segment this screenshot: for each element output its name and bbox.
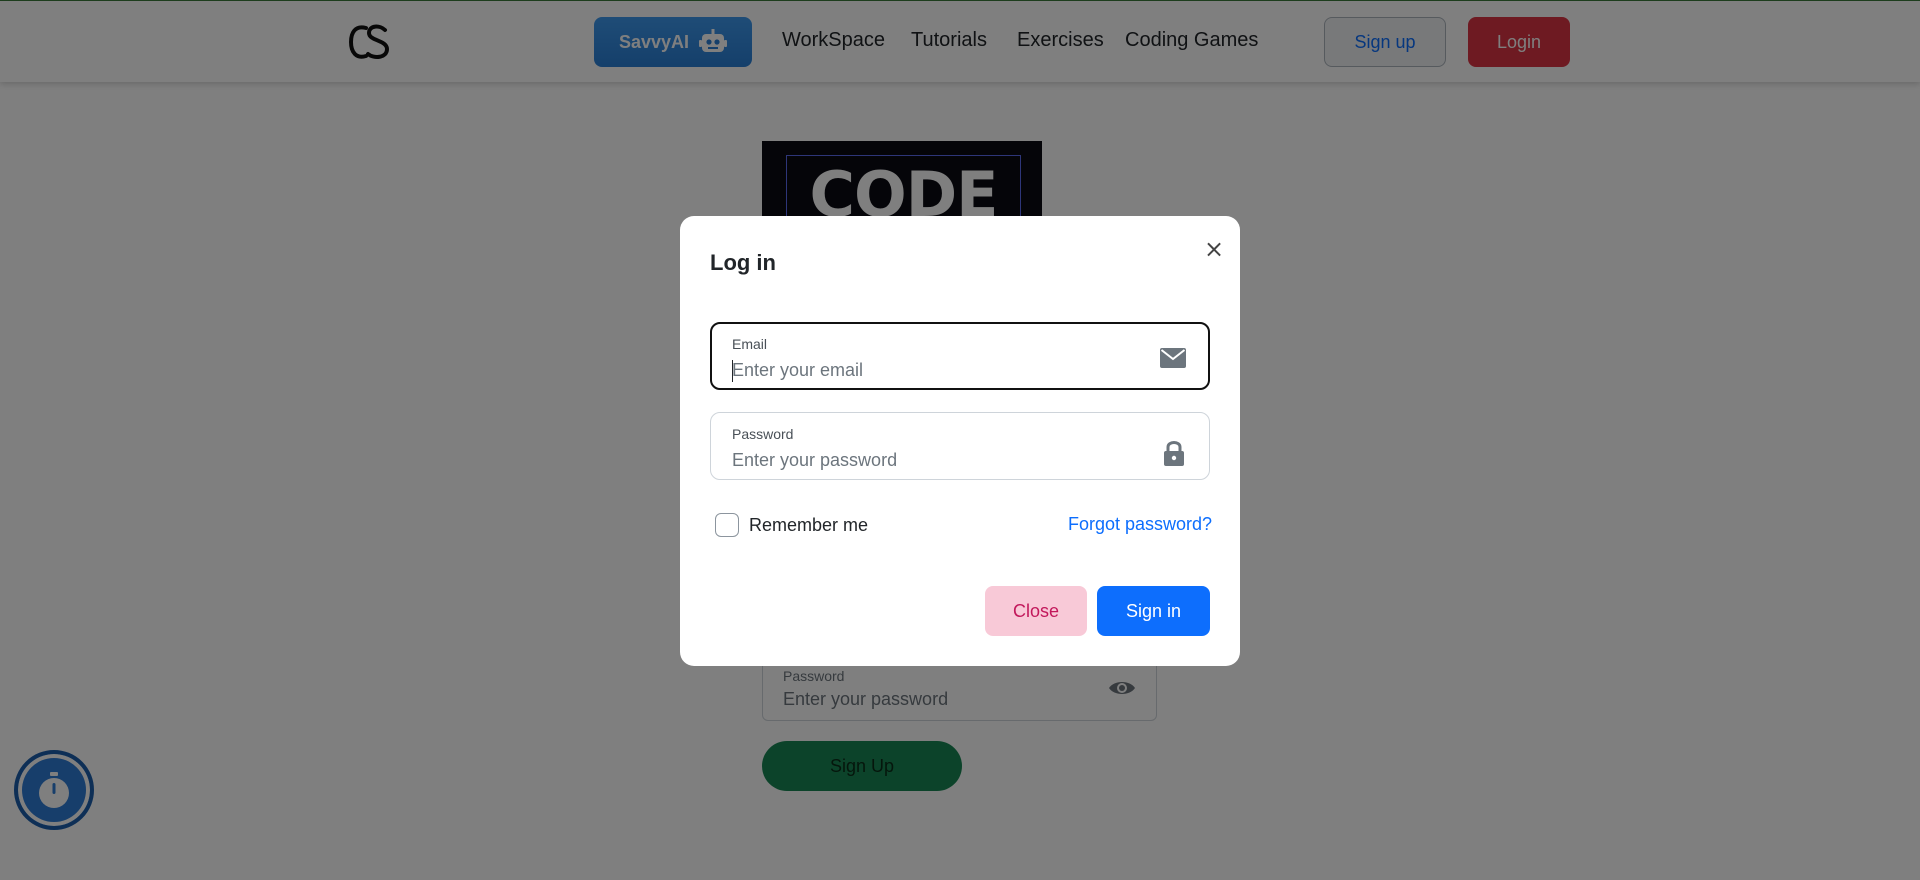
forgot-password-link[interactable]: Forgot password? [1068,514,1212,535]
email-field[interactable]: Email [710,322,1210,390]
remember-me-checkbox[interactable] [715,513,739,537]
remember-me-row: Remember me [715,513,868,537]
password-input[interactable] [732,448,1152,472]
close-icon[interactable]: × [1201,236,1227,262]
envelope-icon [1160,348,1186,368]
login-modal: Log in × Email Password Remember me Forg… [680,216,1240,666]
remember-me-label[interactable]: Remember me [749,515,868,536]
password-label: Password [732,426,794,442]
close-button[interactable]: Close [985,586,1087,636]
email-input[interactable] [732,358,1152,382]
sign-in-button[interactable]: Sign in [1097,586,1210,636]
modal-title: Log in [710,250,776,275]
lock-icon [1164,441,1184,466]
password-field[interactable]: Password [710,412,1210,480]
text-caret [732,360,733,382]
email-label: Email [732,336,768,352]
